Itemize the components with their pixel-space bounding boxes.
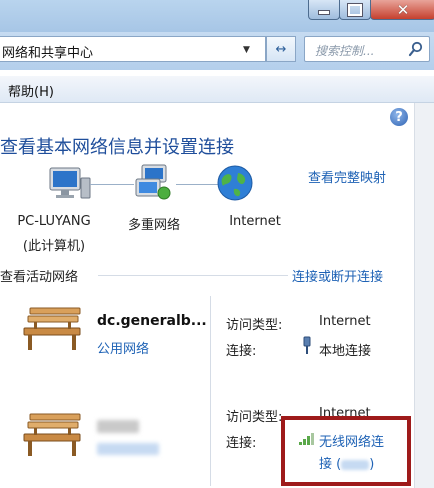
refresh-icon: ↔: [275, 41, 287, 57]
network-name-redacted: [97, 420, 139, 433]
multiple-networks-icon: [135, 164, 171, 200]
minimize-button[interactable]: [308, 0, 340, 20]
bench-icon[interactable]: [22, 304, 86, 352]
view-full-map-link[interactable]: 查看完整映射: [308, 167, 386, 186]
local-connection-link[interactable]: 本地连接: [319, 340, 371, 359]
globe-icon[interactable]: [216, 164, 254, 202]
network-type-link[interactable]: 公用网络: [97, 338, 149, 357]
computer-label: PC-LUYANG: [17, 214, 91, 229]
computer-icon[interactable]: [48, 166, 92, 202]
section-title: 查看活动网络: [0, 270, 79, 285]
network-type-redacted: [97, 443, 159, 455]
refresh-button[interactable]: ↔: [266, 36, 296, 62]
close-button[interactable]: ✕: [370, 0, 434, 20]
network-label: 多重网络: [127, 218, 180, 233]
page-title: 查看基本网络信息并设置连接: [0, 137, 234, 158]
scrollbar[interactable]: [414, 103, 434, 488]
ethernet-icon: [303, 336, 311, 354]
highlight-box: [281, 416, 411, 486]
access-type-value: Internet: [319, 314, 371, 329]
connector-line: [176, 184, 218, 185]
maximize-button[interactable]: [339, 0, 371, 20]
address-bar[interactable]: 网络和共享中心 ▼: [0, 36, 266, 62]
menu-bar: 帮助(H): [0, 76, 434, 103]
access-type-label: 访问类型:: [226, 410, 283, 425]
connect-disconnect-link[interactable]: 连接或断开连接: [292, 266, 383, 285]
breadcrumb[interactable]: 网络和共享中心: [2, 42, 93, 61]
section-divider: [98, 275, 288, 276]
address-toolbar: 网络和共享中心 ▼ ↔ 搜索控制...: [0, 32, 434, 70]
menu-item-help[interactable]: 帮助(H): [8, 81, 54, 100]
close-icon: ✕: [396, 0, 410, 19]
connection-label: 连接:: [226, 436, 257, 451]
search-placeholder: 搜索控制...: [315, 44, 375, 58]
access-type-label: 访问类型:: [226, 318, 283, 333]
column-divider: [210, 296, 211, 486]
connection-label: 连接:: [226, 344, 257, 359]
network-name: dc.generalb...: [97, 313, 207, 329]
chevron-down-icon[interactable]: ▼: [243, 45, 250, 55]
search-input[interactable]: 搜索控制...: [304, 36, 430, 62]
minimize-icon: [318, 10, 330, 15]
connector-line: [90, 184, 134, 185]
internet-label: Internet: [229, 214, 281, 229]
help-icon[interactable]: ?: [390, 108, 408, 126]
maximize-icon: [348, 3, 362, 16]
computer-sublabel: (此计算机): [22, 239, 86, 254]
search-icon[interactable]: [408, 41, 424, 57]
window-titlebar: ✕: [0, 0, 434, 32]
bench-icon[interactable]: [22, 410, 86, 458]
